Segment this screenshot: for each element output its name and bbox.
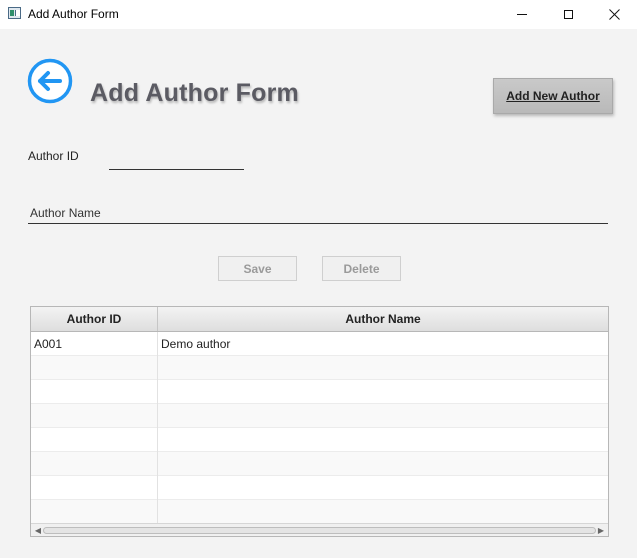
title-bar: Add Author Form [0, 0, 637, 29]
table-body: A001 Demo author [31, 332, 608, 524]
author-id-label: Author ID [28, 149, 79, 163]
table-cell-author-id: A001 [31, 332, 158, 356]
horizontal-scrollbar[interactable]: ◀ ▶ [31, 523, 608, 536]
authors-table[interactable]: Author ID Author Name A001 Demo author ◀… [30, 306, 609, 537]
table-cell-author-id [31, 428, 158, 452]
table-cell-author-id [31, 356, 158, 380]
save-button[interactable]: Save [218, 256, 297, 281]
table-row[interactable] [31, 380, 608, 404]
table-row[interactable] [31, 356, 608, 380]
back-button[interactable] [27, 58, 73, 104]
table-cell-author-id [31, 452, 158, 476]
table-cell-author-id [31, 404, 158, 428]
table-row[interactable]: A001 Demo author [31, 332, 608, 356]
table-cell-author-name [158, 356, 608, 380]
maximize-button[interactable] [545, 0, 591, 29]
table-cell-author-name [158, 404, 608, 428]
table-row[interactable] [31, 500, 608, 524]
table-cell-author-id [31, 476, 158, 500]
scroll-right-icon[interactable]: ▶ [596, 526, 606, 536]
table-cell-author-name [158, 500, 608, 524]
minimize-icon [517, 14, 527, 15]
scrollbar-thumb[interactable] [43, 527, 596, 534]
app-icon [8, 7, 21, 19]
table-cell-author-name: Demo author [161, 337, 231, 351]
window-title: Add Author Form [28, 7, 119, 21]
close-button[interactable] [591, 0, 637, 29]
column-header-author-name[interactable]: Author Name [158, 307, 608, 331]
table-cell-author-name [158, 452, 608, 476]
delete-button[interactable]: Delete [322, 256, 401, 281]
table-cell-author-id [31, 500, 158, 524]
author-name-field[interactable] [28, 203, 608, 224]
table-cell-author-id [31, 380, 158, 404]
close-icon [608, 9, 620, 20]
page-title: Add Author Form [90, 79, 299, 107]
table-header: Author ID Author Name [31, 307, 608, 332]
table-cell-author-name [158, 428, 608, 452]
maximize-icon [563, 10, 573, 19]
table-cell-author-name [158, 380, 608, 404]
table-row[interactable] [31, 428, 608, 452]
scroll-left-icon[interactable]: ◀ [33, 526, 43, 536]
table-cell-author-name [158, 476, 608, 500]
column-header-author-id[interactable]: Author ID [31, 307, 158, 331]
minimize-button[interactable] [499, 0, 545, 29]
arrow-left-circle-icon [27, 58, 73, 104]
table-row[interactable] [31, 452, 608, 476]
table-row[interactable] [31, 476, 608, 500]
author-id-field[interactable] [109, 151, 244, 170]
add-new-author-button[interactable]: Add New Author [493, 78, 613, 114]
table-row[interactable] [31, 404, 608, 428]
